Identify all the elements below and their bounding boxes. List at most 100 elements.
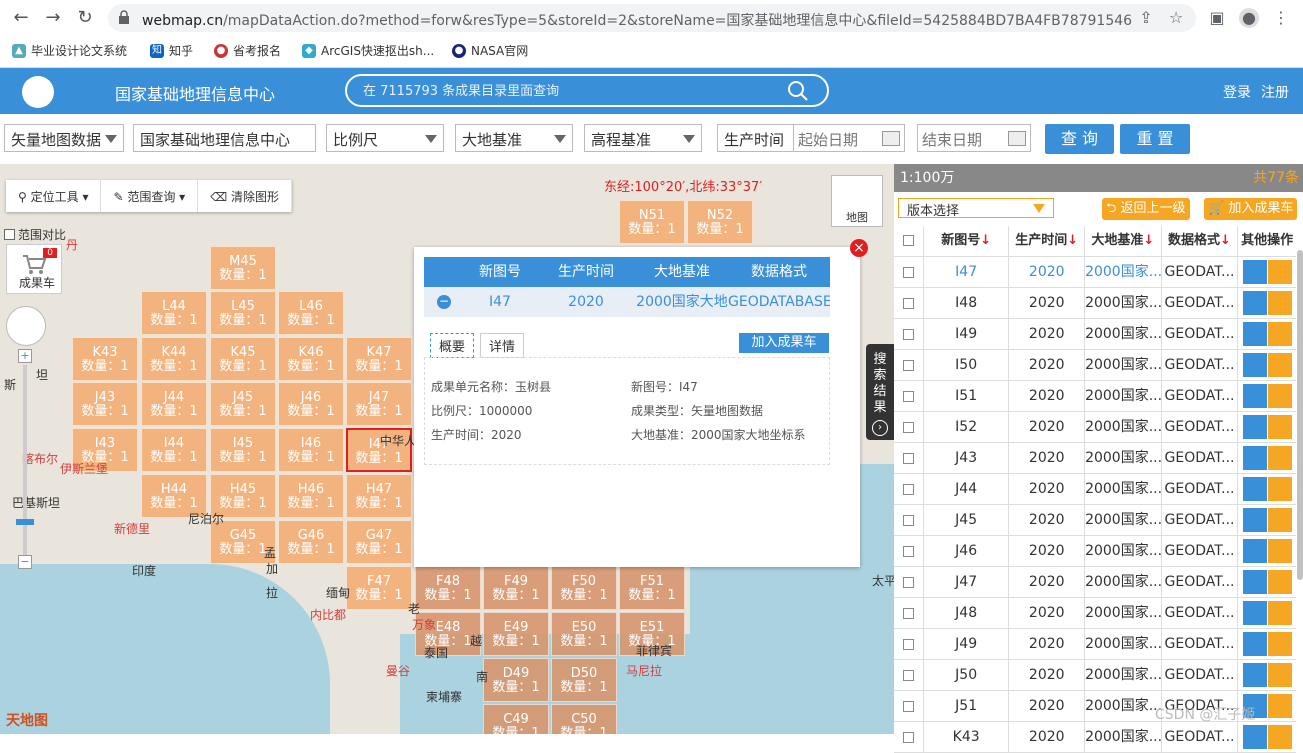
header-cell[interactable]: 大地基准↓ (1085, 226, 1162, 256)
magnify-icon[interactable] (1242, 446, 1267, 470)
header-cell[interactable]: 生产时间↓ (1009, 226, 1086, 256)
row-checkbox[interactable] (902, 297, 914, 309)
row-actions[interactable] (1238, 474, 1296, 504)
data-type-select[interactable]: 矢量地图数据 (4, 124, 124, 152)
login-link[interactable]: 登录 (1223, 85, 1251, 101)
map-tile[interactable]: J43 数量：1 (72, 382, 138, 426)
table-row[interactable]: K43 2020 2000国家... GEODAT... (894, 722, 1296, 753)
scale-select[interactable]: 比例尺 (326, 124, 444, 152)
add-results-cart-button[interactable]: 🛒 加入成果车 (1204, 198, 1298, 220)
map-tile[interactable]: C50 数量：1 (551, 704, 617, 734)
row-checkbox-cell[interactable] (894, 598, 924, 628)
row-actions[interactable] (1238, 319, 1296, 349)
row-actions[interactable] (1238, 443, 1296, 473)
row-checkbox[interactable] (902, 700, 914, 712)
row-checkbox-cell[interactable] (894, 412, 924, 442)
map-tile[interactable]: F48 数量：1 (415, 566, 481, 610)
cart-icon[interactable] (1267, 694, 1292, 718)
cart-icon[interactable] (1267, 415, 1292, 439)
locate-tool-button[interactable]: ⚲ 定位工具 ▾ (6, 180, 102, 212)
map-tile[interactable]: I45 数量：1 (210, 428, 276, 472)
table-row[interactable]: I49 2020 2000国家... GEODAT... (894, 319, 1296, 350)
table-row[interactable]: J47 2020 2000国家... GEODAT... (894, 567, 1296, 598)
share-icon[interactable]: ⇪ (1136, 8, 1156, 28)
row-checkbox[interactable] (902, 731, 914, 743)
cart-icon[interactable] (1267, 353, 1292, 377)
magnify-icon[interactable] (1242, 601, 1267, 625)
cart-icon[interactable] (1267, 291, 1292, 315)
bookmark-item[interactable]: 知知乎 (150, 42, 193, 59)
row-checkbox[interactable] (902, 483, 914, 495)
row-actions[interactable] (1238, 412, 1296, 442)
row-checkbox-cell[interactable] (894, 536, 924, 566)
magnify-icon[interactable] (1242, 291, 1267, 315)
map-tile[interactable]: N51 数量：1 (619, 200, 685, 244)
map-tile[interactable]: J46 数量：1 (278, 382, 344, 426)
register-link[interactable]: 注册 (1261, 85, 1289, 101)
pan-control-icon[interactable] (6, 306, 46, 346)
forward-icon[interactable]: → (42, 7, 64, 29)
row-actions[interactable] (1238, 381, 1296, 411)
row-actions[interactable] (1238, 722, 1296, 752)
magnify-icon[interactable] (1242, 632, 1267, 656)
map-tile[interactable]: E50 数量：1 (551, 612, 617, 656)
magnify-icon[interactable] (1242, 322, 1267, 346)
close-icon[interactable]: × (850, 239, 868, 257)
map-tile[interactable]: I46 数量：1 (278, 428, 344, 472)
elevation-select[interactable]: 高程基准 (584, 124, 702, 152)
map-tile[interactable]: D50 数量：1 (551, 658, 617, 702)
table-row[interactable]: J48 2020 2000国家... GEODAT... (894, 598, 1296, 629)
map-tile[interactable]: I44 数量：1 (141, 428, 207, 472)
back-icon[interactable]: ← (10, 7, 32, 29)
map-tile[interactable]: J45 数量：1 (210, 382, 276, 426)
row-actions[interactable] (1238, 505, 1296, 535)
map-tile[interactable]: F47 数量：1 (346, 566, 412, 610)
table-row[interactable]: I50 2020 2000国家... GEODAT... (894, 350, 1296, 381)
table-row[interactable]: J45 2020 2000国家... GEODAT... (894, 505, 1296, 536)
bookmark-item[interactable]: ▲ 毕业设计论文系统 (12, 42, 127, 59)
menu-icon[interactable]: ⋮ (1271, 8, 1291, 28)
map-tile[interactable]: N52 数量：1 (687, 200, 753, 244)
row-checkbox-cell[interactable] (894, 474, 924, 504)
map-tile[interactable]: M45 数量：1 (210, 246, 276, 290)
magnify-icon[interactable] (1242, 353, 1267, 377)
row-checkbox[interactable] (902, 266, 914, 278)
star-icon[interactable]: ☆ (1166, 8, 1186, 28)
map-tile[interactable]: L44 数量：1 (141, 291, 207, 335)
table-row[interactable]: J43 2020 2000国家... GEODAT... (894, 443, 1296, 474)
map-tile[interactable]: F49 数量：1 (483, 566, 549, 610)
magnify-icon[interactable] (1242, 260, 1267, 284)
map-tile[interactable]: L46 数量：1 (278, 291, 344, 335)
cart-icon[interactable] (1267, 663, 1292, 687)
row-actions[interactable] (1238, 350, 1296, 380)
profile-icon[interactable]: ● (1239, 8, 1259, 28)
back-up-button[interactable]: ⮌ 返回上一级 (1102, 198, 1190, 220)
table-row[interactable]: J49 2020 2000国家... GEODAT... (894, 629, 1296, 660)
magnify-icon[interactable] (1242, 384, 1267, 408)
range-query-button[interactable]: ✎ 范围查询 ▾ (101, 180, 199, 212)
cart-icon[interactable] (1267, 446, 1292, 470)
table-row[interactable]: I51 2020 2000国家... GEODAT... (894, 381, 1296, 412)
zoom-in-button[interactable]: + (18, 349, 32, 363)
basemap-switch[interactable]: 地图 (831, 175, 883, 227)
cart-icon[interactable] (1267, 508, 1292, 532)
magnify-icon[interactable] (1242, 477, 1267, 501)
table-row[interactable]: J50 2020 2000国家... GEODAT... (894, 660, 1296, 691)
bookmark-item[interactable]: ● NASA官网 (452, 42, 528, 59)
cart-icon[interactable] (1267, 725, 1292, 749)
cart-icon[interactable] (1267, 539, 1292, 563)
map-tile[interactable]: K45 数量：1 (210, 337, 276, 381)
map-tile[interactable]: F50 数量：1 (551, 566, 617, 610)
row-checkbox[interactable] (902, 545, 914, 557)
tab-detail[interactable]: 详情 (480, 333, 525, 358)
row-checkbox[interactable] (902, 359, 914, 371)
magnify-icon[interactable] (1242, 539, 1267, 563)
zoom-slider[interactable]: + − (16, 349, 34, 569)
map-tile[interactable]: J44 数量：1 (141, 382, 207, 426)
search-icon[interactable] (787, 80, 809, 102)
sidebar-icon[interactable]: ▣ (1207, 8, 1227, 28)
row-checkbox-cell[interactable] (894, 691, 924, 721)
row-actions[interactable] (1238, 629, 1296, 659)
header-cell[interactable]: 数据格式↓ (1162, 226, 1239, 256)
map-tile[interactable]: K44 数量：1 (141, 337, 207, 381)
